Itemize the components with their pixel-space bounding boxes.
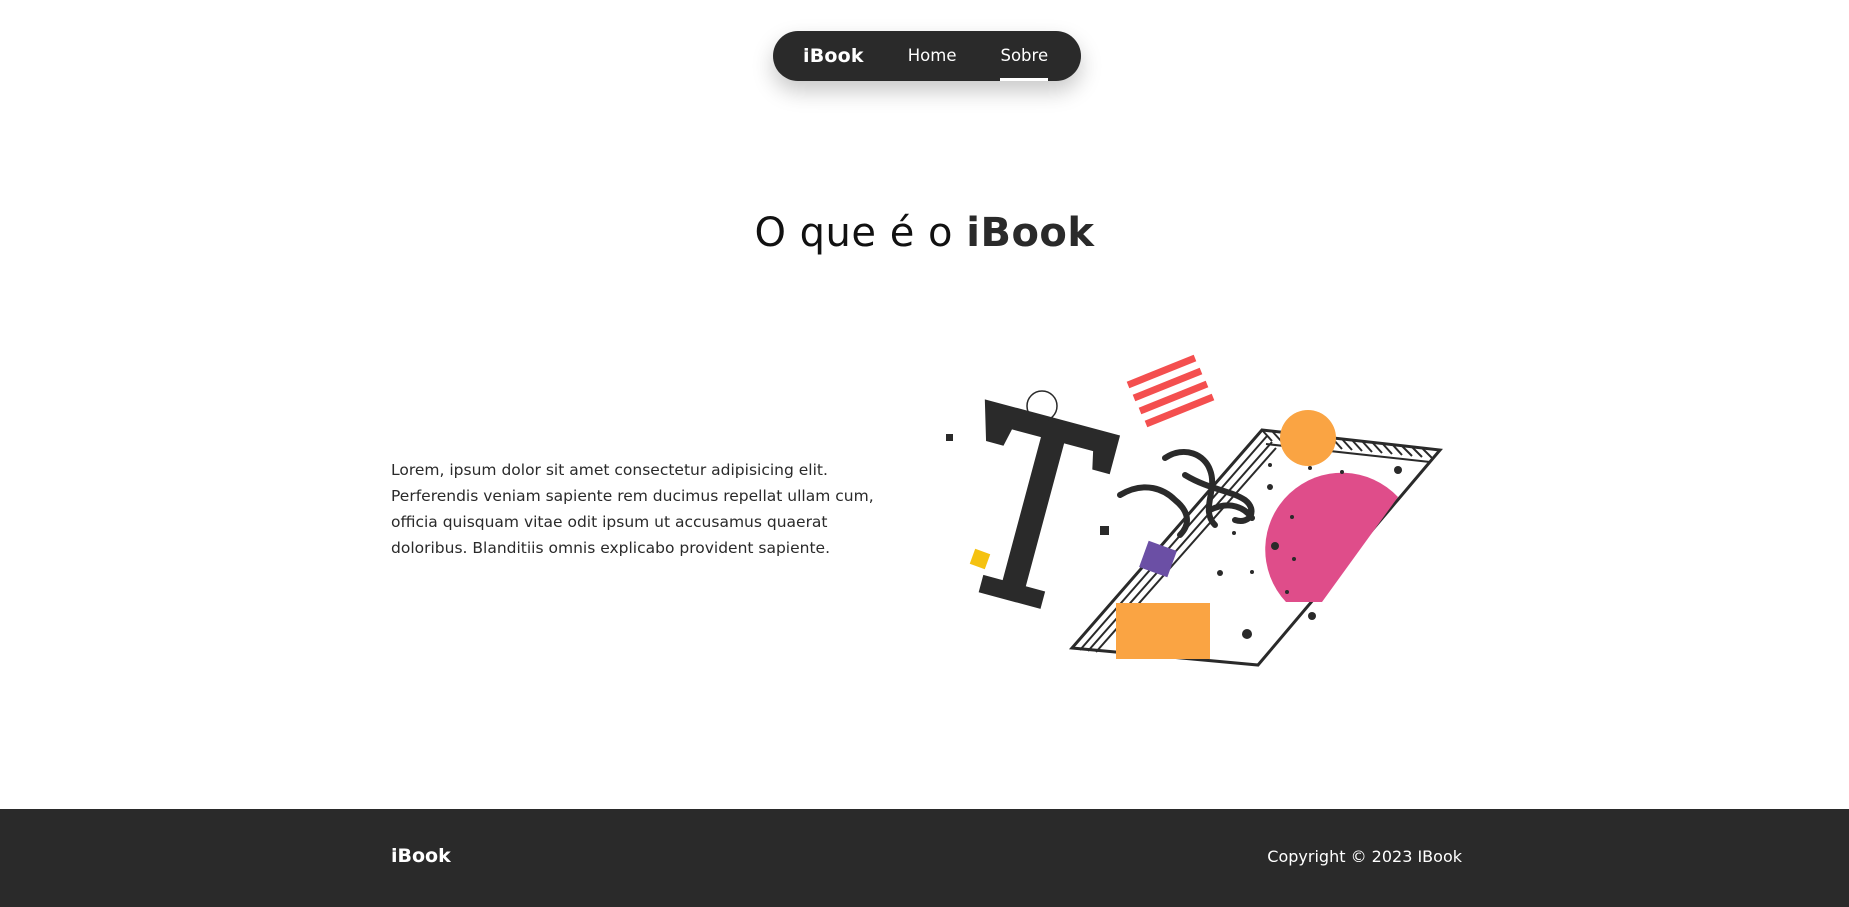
page-title: O que é o iBook [0, 210, 1849, 256]
nav-link-sobre[interactable]: Sobre [1000, 31, 1048, 81]
about-paragraph: Lorem, ipsum dolor sit amet consectetur … [391, 461, 874, 557]
footer-logo[interactable]: iBook [391, 845, 451, 867]
book-typography-illustration [930, 340, 1450, 680]
page-title-brand: iBook [966, 210, 1095, 256]
footer-copyright: Copyright © 2023 IBook [1267, 847, 1462, 866]
page-title-prefix: O que é o [754, 210, 967, 256]
nav-logo[interactable]: iBook [803, 45, 864, 67]
footer: iBook Copyright © 2023 IBook [0, 809, 1849, 907]
top-navbar: iBook Home Sobre [773, 31, 1081, 81]
nav-link-home[interactable]: Home [908, 31, 957, 81]
